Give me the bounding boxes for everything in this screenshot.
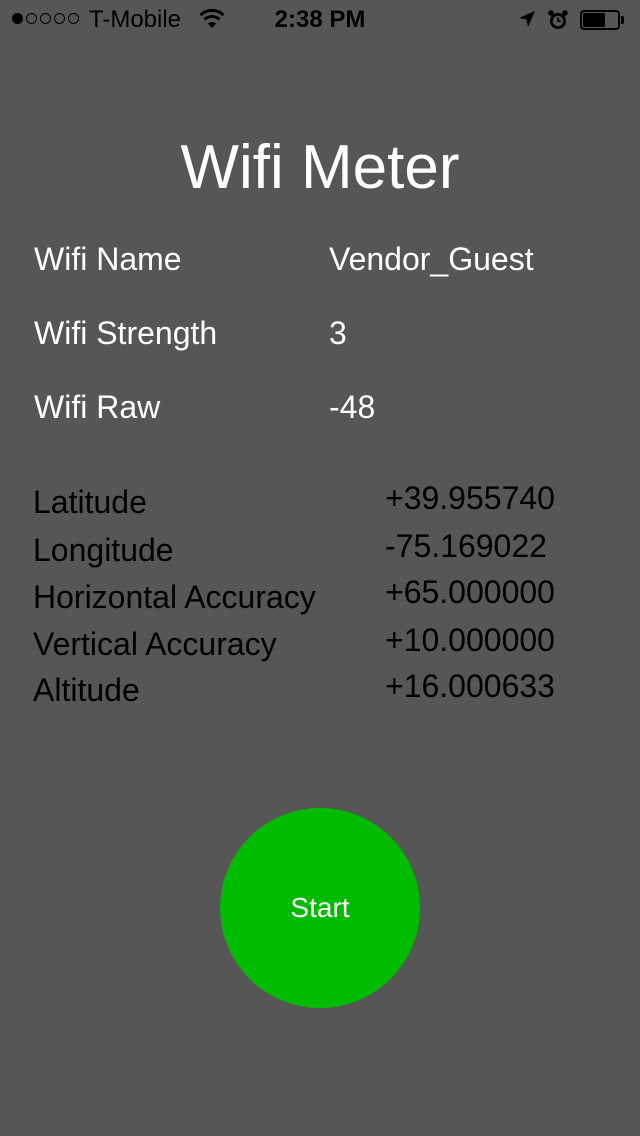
wifi-raw-value: -48 (329, 389, 376, 425)
location-arrow-icon (517, 9, 537, 34)
status-clock: 2:38 PM (274, 6, 366, 33)
alarm-clock-icon (546, 8, 570, 37)
horizontal-accuracy-value: +65.000000 (385, 574, 555, 610)
status-bar: T-Mobile 2:38 PM (0, 0, 640, 40)
latitude-label: Latitude (33, 484, 147, 520)
wifi-strength-row: Wifi Strength 3 (0, 311, 640, 355)
vertical-accuracy-label: Vertical Accuracy (33, 626, 277, 662)
longitude-value: -75.169022 (385, 528, 547, 564)
wifi-raw-row: Wifi Raw -48 (0, 385, 640, 429)
horizontal-accuracy-label: Horizontal Accuracy (33, 579, 316, 615)
longitude-label: Longitude (33, 532, 174, 568)
wifi-strength-label: Wifi Strength (34, 315, 218, 351)
wifi-raw-label: Wifi Raw (34, 389, 161, 425)
battery-level-fill (583, 13, 605, 27)
altitude-value: +16.000633 (385, 668, 555, 704)
wifi-name-row: Wifi Name Vendor_Guest (0, 237, 640, 281)
wifi-name-value: Vendor_Guest (329, 241, 534, 277)
page-title: Wifi Meter (180, 133, 460, 202)
battery-tip (621, 16, 624, 24)
latitude-value: +39.955740 (385, 480, 555, 516)
start-button[interactable]: Start (220, 808, 420, 1008)
wifi-name-label: Wifi Name (34, 241, 182, 277)
altitude-label: Altitude (33, 672, 140, 708)
battery-icon (580, 10, 624, 30)
wifi-strength-value: 3 (329, 315, 347, 351)
vertical-accuracy-value: +10.000000 (385, 622, 555, 658)
